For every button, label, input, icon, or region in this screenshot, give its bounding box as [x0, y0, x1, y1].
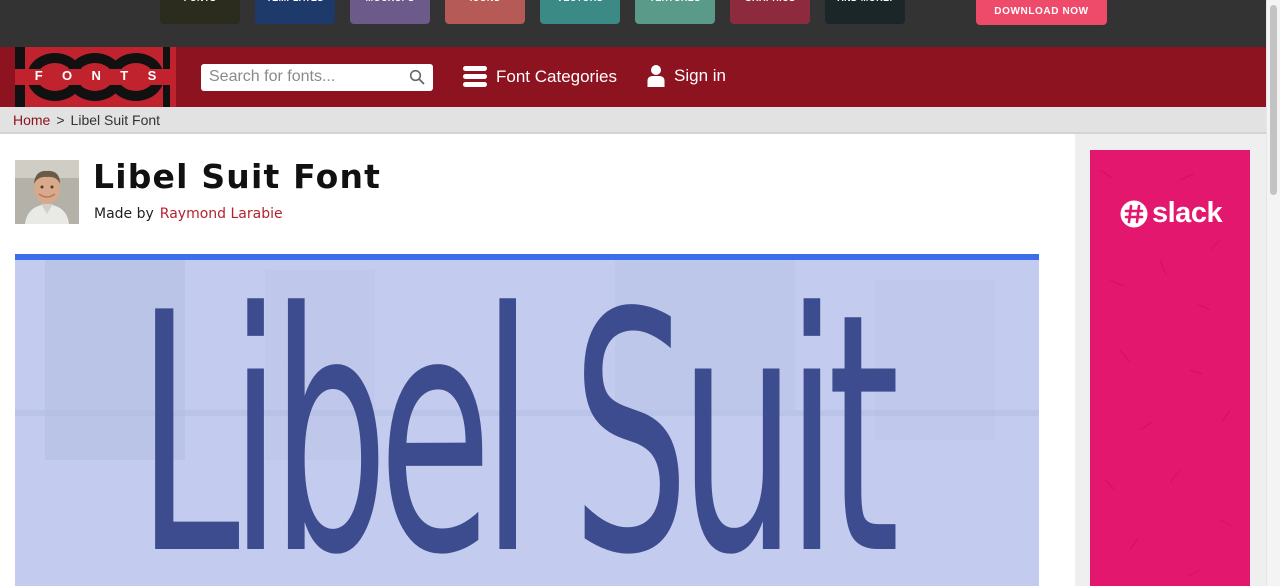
ad-tile-textures[interactable]: TEXTURES [635, 0, 715, 24]
user-icon [647, 65, 665, 87]
sign-in-link[interactable]: Sign in [647, 62, 726, 90]
made-by-line: Made by Raymond Larabie [94, 206, 283, 222]
download-now-button[interactable]: DOWNLOAD NOW [976, 0, 1107, 25]
ad-tile-mockups[interactable]: MOCKUPS [350, 0, 430, 24]
page-scrollbar[interactable] [1266, 0, 1280, 586]
font-preview-text: Libel Suit [137, 254, 900, 586]
made-by-label: Made by [94, 206, 154, 222]
breadcrumb-current: Libel Suit Font [70, 112, 161, 128]
ad-tile-label: FONTS [160, 0, 240, 3]
ad-tile-label: TEXTURES [635, 0, 715, 3]
hamburger-menu-icon [463, 66, 487, 88]
ad-tile-and-more[interactable]: AND MORE! [825, 0, 905, 24]
breadcrumb-separator: > [56, 112, 65, 128]
slack-wordmark: slack [1152, 197, 1223, 229]
logo-letter: F [34, 68, 43, 83]
breadcrumb-home-link[interactable]: Home [13, 112, 50, 128]
top-ad-banner: FONTS TEMPLATES MOCKUPS ICONS VECTORS TEXTURE… [0, 0, 1266, 47]
ad-tile-graphics[interactable]: GRAPHICS [730, 0, 810, 24]
site-logo[interactable]: FONTS [15, 47, 176, 107]
ad-tile-fonts[interactable]: FONTS [160, 0, 240, 24]
ad-tile-vectors[interactable]: VECTORS [540, 0, 620, 24]
ad-tile-label: MOCKUPS [350, 0, 430, 3]
font-categories-menu[interactable]: Font Categories [463, 64, 617, 90]
ad-tile-label: VECTORS [540, 0, 620, 3]
font-categories-label: Font Categories [496, 67, 617, 86]
search-icon[interactable] [409, 69, 425, 85]
font-preview-image: Libel Suit [15, 254, 1039, 586]
breadcrumb: Home > Libel Suit Font [0, 107, 1266, 134]
logo-letter: S [147, 68, 157, 83]
ad-tile-templates[interactable]: TEMPLATES [255, 0, 335, 24]
ad-tile-label: AND MORE! [825, 0, 905, 3]
ad-tile-label: TEMPLATES [255, 0, 335, 3]
ad-tile-icons[interactable]: ICONS [445, 0, 525, 24]
slack-logo-icon [1120, 200, 1148, 227]
scrollbar-thumb[interactable] [1270, 5, 1277, 195]
search-box [201, 64, 433, 91]
ad-tile-label: ICONS [445, 0, 525, 3]
slack-ad[interactable]: slack [1090, 150, 1250, 586]
main-navbar: F O N T S Font Categories Sign in [0, 47, 1266, 107]
logo-letter: N [91, 68, 101, 83]
logo-letter: O [62, 68, 73, 83]
author-avatar[interactable] [15, 160, 79, 224]
logo-letter: T [120, 68, 129, 83]
author-link[interactable]: Raymond Larabie [160, 206, 283, 222]
search-input[interactable] [209, 67, 404, 87]
page-title: Libel Suit Font [93, 157, 382, 196]
sign-in-label: Sign in [674, 66, 726, 85]
ad-tile-label: GRAPHICS [730, 0, 810, 3]
